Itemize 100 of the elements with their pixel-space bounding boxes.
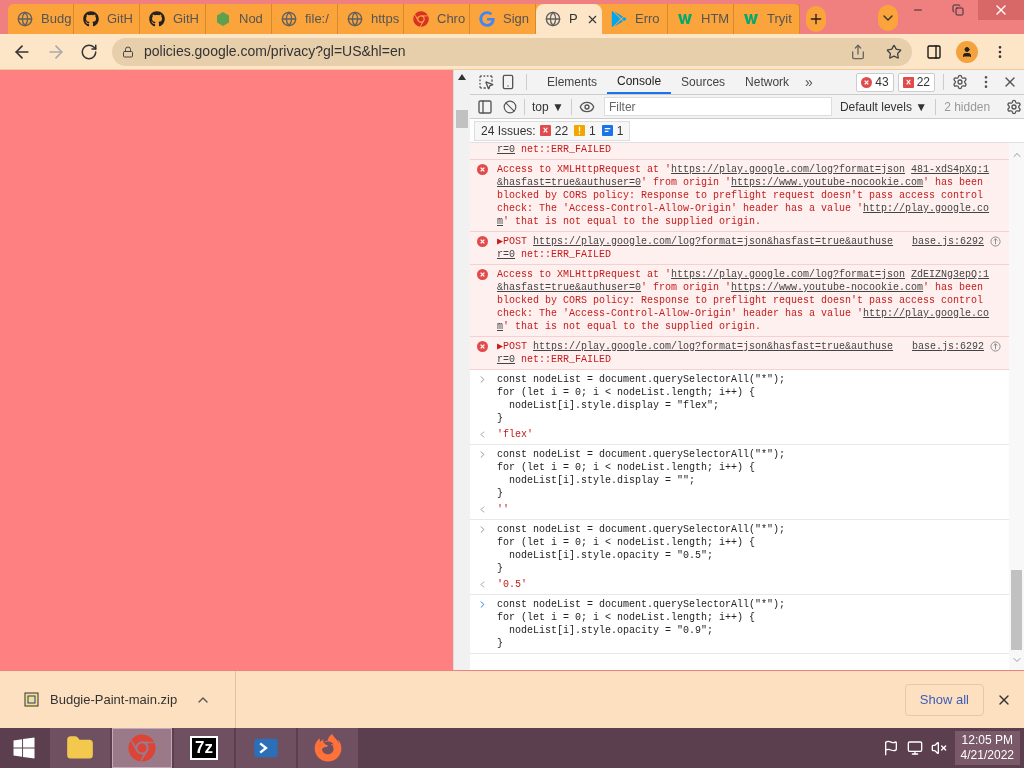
code-line: nodeList[i].style.opacity = "0.5"; bbox=[508, 549, 715, 562]
tab-title: Sign bbox=[503, 10, 530, 29]
more-tabs-button[interactable]: » bbox=[799, 71, 819, 93]
code-line: for (let i = 0; i < nodeList.length; i++) { bbox=[497, 386, 757, 399]
console-message-line: r=0 net::ERR_FAILED bbox=[497, 143, 613, 156]
clear-icon[interactable] bbox=[503, 99, 517, 114]
side-panel-icon[interactable] bbox=[926, 43, 942, 60]
issues-bar[interactable]: 24 Issues: 22 1 1 bbox=[474, 120, 631, 141]
code-line: const nodeList = document.querySelectorAll("*"); bbox=[497, 448, 786, 461]
error-icon bbox=[477, 236, 488, 247]
code-line: } bbox=[497, 412, 504, 425]
console-message-line: m' that is not equal to the supplied origin. bbox=[497, 320, 762, 333]
inspect-icon[interactable] bbox=[478, 74, 494, 90]
restore-icon bbox=[952, 4, 964, 16]
devtools-tab[interactable]: Sources bbox=[671, 70, 736, 94]
taskbar-app[interactable] bbox=[298, 728, 358, 768]
link[interactable]: m bbox=[497, 321, 503, 332]
link[interactable]: https://play.google.com/log?format=json bbox=[671, 269, 906, 280]
link[interactable]: &hasfast=true&authuser=0 bbox=[497, 282, 642, 293]
log-levels-select[interactable]: Default levels ▼ bbox=[839, 97, 928, 116]
person-icon bbox=[961, 45, 973, 58]
tab-title: Chro bbox=[437, 10, 466, 29]
console-message-line: check: The 'Access-Control-Allow-Origin' header has a value 'http://play.google.co bbox=[497, 202, 990, 215]
source-link[interactable]: base.js:6292 bbox=[906, 340, 984, 353]
star-icon[interactable] bbox=[886, 43, 902, 60]
flag-icon[interactable] bbox=[882, 740, 899, 756]
devtools-tab[interactable]: Network bbox=[735, 70, 800, 94]
link[interactable]: https://play.google.com/log?format=json&hasfast=true&authuse bbox=[533, 341, 894, 352]
link[interactable]: &hasfast=true&authuser=0 bbox=[497, 177, 642, 188]
taskbar-app[interactable] bbox=[50, 728, 110, 768]
browser-tab[interactable]: P bbox=[536, 4, 602, 34]
code-line: } bbox=[497, 487, 504, 500]
show-all-button[interactable]: Show all bbox=[904, 683, 984, 716]
code-line: for (let i = 0; i < nodeList.length; i++) { bbox=[497, 611, 757, 624]
windows-logo-icon bbox=[12, 736, 36, 760]
console-message-line: check: The 'Access-Control-Allow-Origin' header has a value 'http://play.google.co bbox=[497, 307, 990, 320]
network-icon bbox=[990, 236, 1001, 247]
console-message-line: Access to XMLHttpRequest at 'https://play.google.com/log?format=json bbox=[497, 163, 906, 176]
globe-icon bbox=[17, 11, 33, 27]
issue-count: 1 bbox=[589, 122, 596, 140]
zip-file-icon bbox=[24, 691, 40, 708]
cat-logo-icon bbox=[149, 11, 165, 27]
scrollbar-thumb[interactable] bbox=[1011, 570, 1022, 650]
archive-logo-icon: 7z bbox=[190, 736, 218, 760]
settings-icon[interactable] bbox=[1006, 98, 1022, 115]
scrollbar-thumb[interactable] bbox=[456, 110, 468, 128]
clock-date: 4/21/2022 bbox=[960, 748, 1014, 763]
globe-icon bbox=[545, 11, 561, 27]
warning-icon bbox=[574, 125, 586, 136]
network-icon[interactable] bbox=[906, 740, 923, 756]
sidebar-icon[interactable] bbox=[477, 98, 493, 115]
link[interactable]: m bbox=[497, 216, 503, 227]
error-icon bbox=[477, 164, 488, 175]
link[interactable]: https://play.google.com/log?format=json&hasfast=true&authuse bbox=[533, 236, 894, 247]
code-line: const nodeList = document.querySelectorAll("*"); bbox=[497, 598, 786, 611]
issue-count-badge[interactable]: 22 bbox=[897, 72, 935, 92]
tab-title: Tryit bbox=[767, 10, 792, 29]
reload-icon[interactable] bbox=[80, 42, 98, 61]
code-line: for (let i = 0; i < nodeList.length; i++) { bbox=[497, 461, 757, 474]
console-message-line: &hasfast=true&authuser=0' from origin 'https://www.youtube-nocookie.com' has been bbox=[497, 281, 984, 294]
profile-avatar[interactable] bbox=[956, 40, 978, 63]
issues-label: 24 Issues: bbox=[481, 122, 536, 140]
link[interactable]: r=0 bbox=[497, 249, 515, 260]
new-tab-button[interactable] bbox=[806, 6, 826, 32]
code-line: nodeList[i].style.display = "flex"; bbox=[508, 399, 721, 412]
error-icon bbox=[477, 341, 488, 352]
link[interactable]: https://play.google.com/log?format=json bbox=[671, 164, 906, 175]
link[interactable]: https://www.youtube-nocookie.com bbox=[731, 177, 924, 188]
tab-title: file:/ bbox=[305, 10, 329, 29]
link[interactable]: http://play.google.co bbox=[863, 203, 990, 214]
source-link[interactable]: 481-xdS4pXg:1 bbox=[905, 163, 990, 176]
settings-icon[interactable] bbox=[952, 74, 968, 90]
play-triangle-icon bbox=[611, 11, 627, 27]
issue-icon bbox=[902, 76, 914, 88]
source-link[interactable]: ZdEIZNg3epQ:1 bbox=[905, 268, 990, 281]
share-icon[interactable] bbox=[850, 43, 866, 60]
file-name: Budgie-Paint-main.zip bbox=[50, 690, 178, 709]
address-field[interactable]: policies.google.com/privacy?gl=US&hl=en bbox=[112, 37, 912, 66]
volume-muted-icon[interactable] bbox=[930, 740, 947, 756]
context-select[interactable]: top ▼ bbox=[532, 97, 564, 116]
source-link[interactable]: base.js:6292 bbox=[906, 235, 984, 248]
result-value: '' bbox=[497, 503, 509, 516]
tab-title: HTM bbox=[701, 10, 730, 29]
tab-title: GitH bbox=[173, 10, 199, 29]
taskbar-app[interactable]: 7z bbox=[174, 728, 234, 768]
error-count-badge[interactable]: 43 bbox=[856, 72, 894, 92]
code-line: } bbox=[497, 562, 504, 575]
w-logo-icon bbox=[677, 11, 693, 27]
device-icon[interactable] bbox=[500, 74, 516, 90]
link[interactable]: http://play.google.co bbox=[863, 308, 990, 319]
issue-icon bbox=[539, 125, 551, 136]
scroll-up-icon[interactable] bbox=[458, 74, 466, 80]
filter-field[interactable]: Filter bbox=[603, 97, 832, 116]
link[interactable]: r=0 bbox=[497, 144, 515, 155]
code-line: const nodeList = document.querySelectorAll("*"); bbox=[497, 373, 786, 386]
devtools-tab[interactable]: Elements bbox=[537, 70, 608, 94]
clock[interactable]: 12:05 PM 4/21/2022 bbox=[954, 731, 1020, 765]
tab-title: Budg bbox=[41, 10, 72, 29]
link[interactable]: r=0 bbox=[497, 354, 515, 365]
link[interactable]: https://www.youtube-nocookie.com bbox=[731, 282, 924, 293]
